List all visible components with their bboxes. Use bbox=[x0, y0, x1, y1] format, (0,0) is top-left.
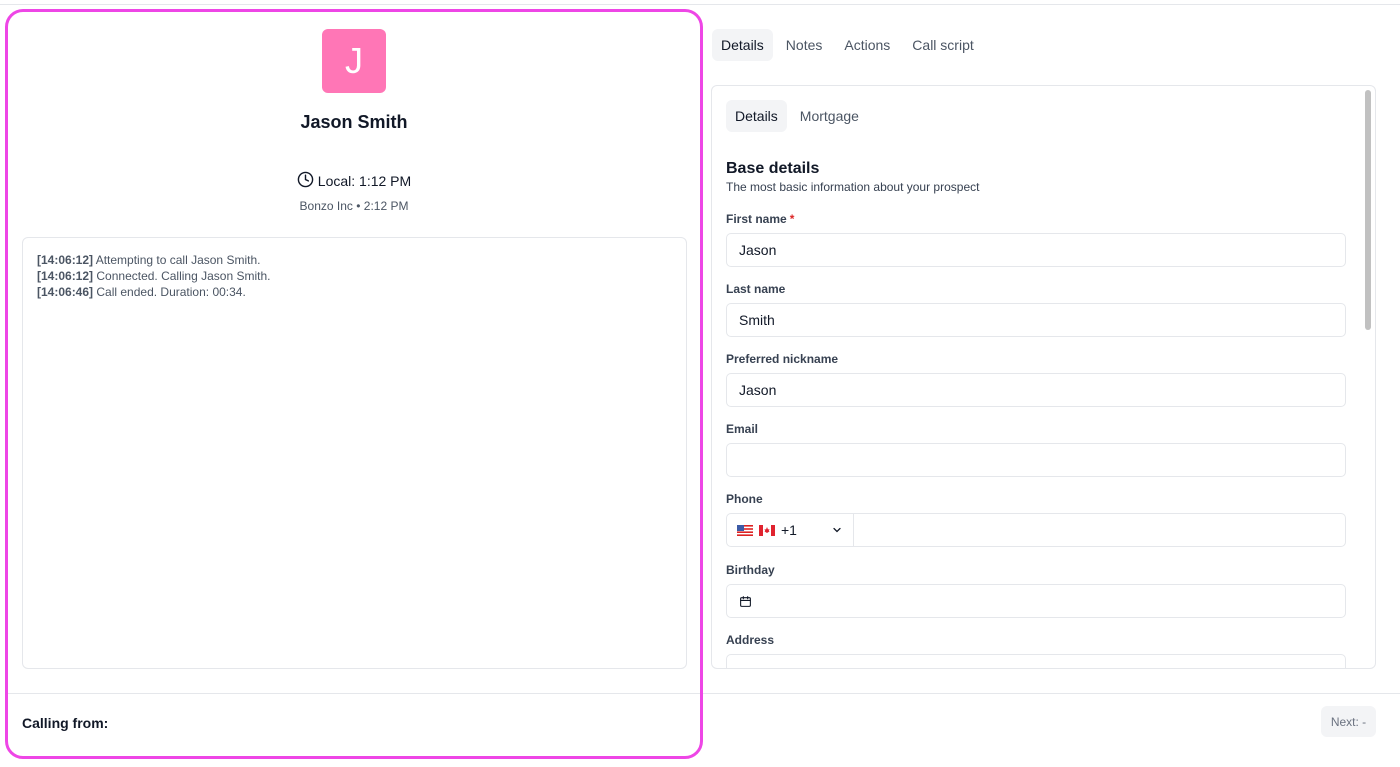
subtab-mortgage[interactable]: Mortgage bbox=[791, 100, 868, 132]
log-line: [14:06:12] Connected. Calling Jason Smit… bbox=[37, 269, 271, 283]
section-subtitle: The most basic information about your pr… bbox=[726, 180, 980, 194]
first-name-field[interactable]: Jason bbox=[726, 233, 1346, 267]
scrollbar[interactable] bbox=[1364, 88, 1372, 666]
birthday-field[interactable] bbox=[726, 584, 1346, 618]
nickname-field[interactable]: Jason bbox=[726, 373, 1346, 407]
chevron-down-icon bbox=[833, 527, 841, 533]
avatar: J bbox=[322, 29, 386, 93]
tab-actions[interactable]: Actions bbox=[835, 29, 899, 61]
address-label: Address bbox=[726, 633, 775, 647]
ca-flag-icon bbox=[759, 524, 775, 536]
log-line: [14:06:46] Call ended. Duration: 00:34. bbox=[37, 285, 246, 299]
next-button[interactable]: Next: - bbox=[1321, 706, 1376, 737]
email-field[interactable] bbox=[726, 443, 1346, 477]
country-code: +1 bbox=[781, 522, 797, 538]
first-name-label: First name * bbox=[726, 212, 795, 226]
last-name-label: Last name bbox=[726, 282, 786, 296]
contact-name: Jason Smith bbox=[300, 112, 408, 132]
main-tabs: Details Notes Actions Call script bbox=[712, 29, 987, 61]
phone-label: Phone bbox=[726, 492, 763, 506]
local-time-text: Local: 1:12 PM bbox=[317, 173, 412, 189]
left-footer: Calling from: bbox=[8, 693, 700, 756]
calendar-icon bbox=[740, 595, 751, 607]
required-marker: * bbox=[789, 212, 795, 226]
details-card: Details Mortgage Base details The most b… bbox=[711, 85, 1376, 669]
subtab-details[interactable]: Details bbox=[726, 100, 787, 132]
address-field[interactable] bbox=[726, 654, 1346, 668]
calling-from-label: Calling from: bbox=[22, 715, 109, 731]
log-line: [14:06:12] Attempting to call Jason Smit… bbox=[37, 253, 261, 267]
tab-notes[interactable]: Notes bbox=[777, 29, 832, 61]
us-flag-icon bbox=[737, 524, 753, 536]
local-time: Local: 1:12 PM bbox=[8, 171, 700, 191]
contact-call-panel: J Jason Smith Local: 1:12 PM Bonzo Inc •… bbox=[5, 9, 703, 759]
section-title: Base details bbox=[726, 160, 820, 177]
email-label: Email bbox=[726, 422, 759, 436]
right-footer-divider bbox=[703, 693, 1400, 694]
call-log: [14:06:12] Attempting to call Jason Smit… bbox=[22, 237, 687, 669]
birthday-label: Birthday bbox=[726, 563, 775, 577]
nickname-label: Preferred nickname bbox=[726, 352, 839, 366]
top-divider bbox=[0, 0, 1400, 5]
tab-call-script[interactable]: Call script bbox=[903, 29, 982, 61]
country-code-select[interactable]: +1 bbox=[726, 513, 854, 547]
tab-details[interactable]: Details bbox=[712, 29, 773, 61]
phone-field[interactable] bbox=[854, 513, 1346, 547]
company-time: Bonzo Inc • 2:12 PM bbox=[299, 199, 409, 213]
scroll-thumb[interactable] bbox=[1365, 90, 1371, 330]
sub-tabs: Details Mortgage bbox=[726, 100, 872, 132]
clock-icon bbox=[297, 171, 314, 191]
last-name-field[interactable]: Smith bbox=[726, 303, 1346, 337]
